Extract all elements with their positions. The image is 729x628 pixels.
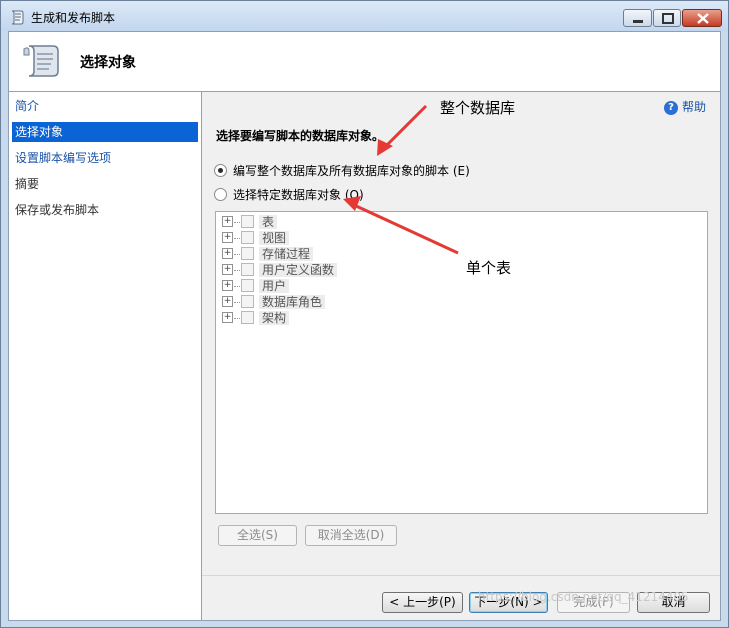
annotation-single-table: 单个表 (466, 259, 512, 277)
watermark-text: https://blog.csdn.net/qq_41214405 (478, 590, 689, 604)
annotation-arrows (343, 104, 459, 255)
annotation-whole-database: 整个数据库 (440, 99, 516, 117)
